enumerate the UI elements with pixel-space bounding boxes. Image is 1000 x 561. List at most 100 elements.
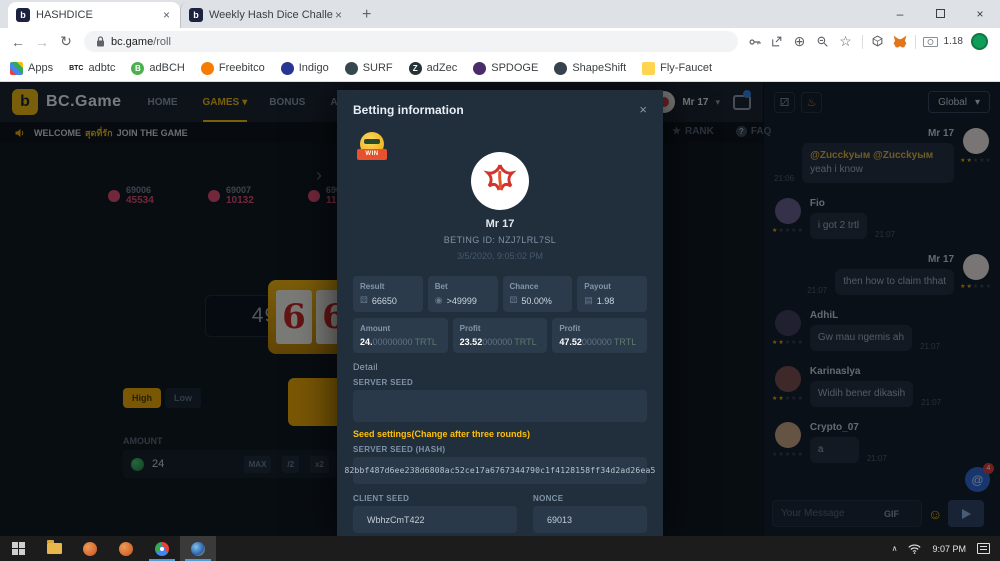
app-button[interactable] xyxy=(108,536,144,561)
minimize-button[interactable]: – xyxy=(880,7,920,21)
bookmark-label: adBCH xyxy=(149,62,184,74)
profile-avatar[interactable] xyxy=(971,33,988,50)
bookmark-label: ShapeShift xyxy=(572,62,626,74)
bookmark-item[interactable]: SURF xyxy=(345,62,393,75)
detail-label: Detail xyxy=(353,362,378,372)
zoom-icon[interactable] xyxy=(812,35,834,48)
stat-box: Result ⚄66650 xyxy=(353,276,423,312)
amount-box: Amount 24.00000000TRTL xyxy=(353,318,448,353)
folder-icon xyxy=(47,543,62,554)
bookmark-favicon-icon: Z xyxy=(409,62,422,75)
add-icon[interactable]: ⊕ xyxy=(788,33,812,50)
bookmark-item[interactable]: Z adZec xyxy=(409,62,458,75)
bookmark-favicon-icon xyxy=(554,62,567,75)
bookmark-item[interactable]: B adBCH xyxy=(131,62,184,75)
extension-badge-value: 1.18 xyxy=(944,36,963,47)
bookmark-item[interactable]: BTC adbtc xyxy=(69,62,115,75)
page-viewport: b BC.Game HOME GAMES▾ BONUS AFFILIATE FO… xyxy=(0,82,1000,536)
cube-extension-icon[interactable] xyxy=(867,35,889,48)
bookmark-favicon-icon xyxy=(281,62,294,75)
url-bar[interactable]: bc.game/roll xyxy=(84,31,738,52)
window-controls: – × xyxy=(880,0,1000,28)
action-center-icon[interactable] xyxy=(977,543,990,554)
maximize-button[interactable] xyxy=(920,7,960,21)
bookmarks-bar: Apps BTC adbtc B adBCH Freebitco Indigo xyxy=(0,55,1000,82)
bookmark-label: Indigo xyxy=(299,62,329,74)
stat-icon: ⚄ xyxy=(360,295,368,306)
server-seed-label: SERVER SEED xyxy=(353,378,413,387)
server-seed-hash-label: SERVER SEED (HASH) xyxy=(353,445,445,454)
amount-box: Profit 23.52000000TRTL xyxy=(453,318,548,353)
bookmark-favicon-icon xyxy=(201,62,214,75)
client-seed-label: CLIENT SEED xyxy=(353,494,409,503)
file-explorer-button[interactable] xyxy=(36,536,72,561)
server-seed-hash-field[interactable]: 82bbf487d6ee238d6808ac52ce17a6767344790c… xyxy=(353,457,647,484)
clock[interactable]: 9:07 PM xyxy=(932,544,966,554)
back-button[interactable]: ← xyxy=(6,34,30,50)
password-key-icon[interactable] xyxy=(744,35,766,49)
bookmark-label: Freebitco xyxy=(219,62,265,74)
bookmark-item[interactable]: Freebitco xyxy=(201,62,265,75)
modal-close-icon[interactable]: × xyxy=(639,102,647,117)
close-window-button[interactable]: × xyxy=(960,7,1000,21)
forward-button[interactable]: → xyxy=(30,34,54,50)
bookmark-item[interactable]: Fly-Faucet xyxy=(642,62,712,75)
bookmark-label: SURF xyxy=(363,62,393,74)
bookmark-item[interactable]: Apps xyxy=(10,62,53,75)
betting-id: BETING ID: NZJ7LRL7SL xyxy=(337,235,663,245)
bookmark-item[interactable]: ShapeShift xyxy=(554,62,626,75)
bookmark-star-icon[interactable]: ☆ xyxy=(834,33,858,50)
tab-title: HASHDICE xyxy=(36,9,161,21)
wifi-icon[interactable] xyxy=(908,544,921,554)
player-avatar[interactable] xyxy=(471,152,529,210)
player-name: Mr 17 xyxy=(337,218,663,230)
bcgame-favicon-icon: b xyxy=(189,8,203,22)
bcgame-favicon-icon: b xyxy=(16,8,30,22)
browser-toolbar: ← → ↻ bc.game/roll ⊕ ☆ 1.18 xyxy=(0,28,1000,55)
bookmark-favicon-icon xyxy=(345,62,358,75)
browser-window: b HASHDICE × b Weekly Hash Dice Challeng… xyxy=(0,0,1000,561)
amount-box: Profit 47.52000000TRTL xyxy=(552,318,647,353)
modal-title: Betting information xyxy=(353,103,464,117)
tab-hashdice[interactable]: b HASHDICE × xyxy=(8,2,180,28)
price-ticker-extension-icon[interactable] xyxy=(920,37,942,47)
nonce-field[interactable]: 69013 xyxy=(533,506,647,533)
share-icon[interactable] xyxy=(766,35,788,48)
lock-icon xyxy=(96,36,105,47)
url-path: /roll xyxy=(153,36,171,48)
app-icon xyxy=(191,542,205,556)
seed-settings-label: Seed settings(Change after three rounds) xyxy=(353,429,530,439)
bookmark-favicon-icon xyxy=(473,62,486,75)
bet-datetime: 3/5/2020, 9:05:02 PM xyxy=(337,251,663,261)
tab-title: Weekly Hash Dice Challenge - Se xyxy=(209,9,333,21)
app-button[interactable] xyxy=(72,536,108,561)
hidden-icons-button[interactable]: ∧ xyxy=(892,544,898,553)
tab-close-icon[interactable]: × xyxy=(333,8,344,22)
chrome-button[interactable] xyxy=(144,536,180,561)
tab-weekly-challenge[interactable]: b Weekly Hash Dice Challenge - Se × xyxy=(180,2,352,28)
bookmark-item[interactable]: SPDOGE xyxy=(473,62,538,75)
bookmark-favicon-icon xyxy=(642,62,655,75)
stat-box: Bet ◉>49999 xyxy=(428,276,498,312)
betting-info-modal: Betting information × WIN Mr 17 BETING I… xyxy=(337,90,663,536)
app-icon xyxy=(83,542,97,556)
win-badge-icon: WIN xyxy=(357,132,387,164)
bookmark-favicon-icon: B xyxy=(131,62,144,75)
app-icon xyxy=(119,542,133,556)
windows-taskbar: ∧ 9:07 PM xyxy=(0,536,1000,561)
stat-box: Chance ⚄50.00% xyxy=(503,276,573,312)
refresh-button[interactable]: ↻ xyxy=(54,33,78,50)
new-tab-button[interactable]: + xyxy=(362,6,371,24)
metamask-icon[interactable] xyxy=(889,35,911,48)
bookmark-label: adbtc xyxy=(88,62,115,74)
server-seed-field[interactable] xyxy=(353,390,647,422)
active-app-button[interactable] xyxy=(180,536,216,561)
url-domain: bc.game xyxy=(111,36,153,48)
start-button[interactable] xyxy=(0,536,36,561)
tab-close-icon[interactable]: × xyxy=(161,8,172,22)
client-seed-field[interactable]: WbhzCmT422 xyxy=(353,506,517,533)
bookmark-item[interactable]: Indigo xyxy=(281,62,329,75)
tab-strip: b HASHDICE × b Weekly Hash Dice Challeng… xyxy=(0,0,1000,28)
bookmark-label: Apps xyxy=(28,62,53,74)
stat-icon: ⚄ xyxy=(510,295,518,306)
